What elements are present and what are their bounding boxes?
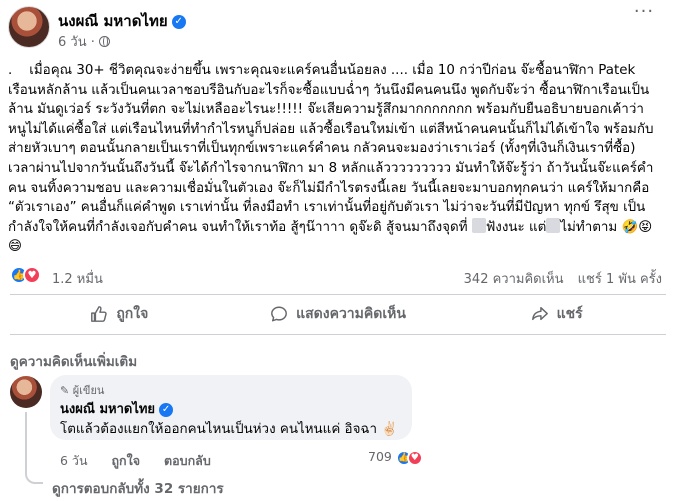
view-replies-link[interactable]: ดูการตอบกลับทั้ง 32 รายการ: [52, 477, 224, 499]
post-text-part1: . เมื่อคุณ 30+ ชีวิตคุณจะง่ายขึ้น เพราะค…: [8, 63, 654, 235]
shares-count[interactable]: แชร์ 1 พัน ครั้ง: [578, 272, 662, 287]
redacted-block: [471, 217, 486, 233]
post-text: . เมื่อคุณ 30+ ชีวิตคุณจะง่ายขึ้น เพราะค…: [8, 61, 666, 257]
comment-text: โตแล้วต้องแยกให้ออกคนไหนเป็นห่วง คนไหนแค…: [60, 422, 398, 437]
love-reaction-icon: ♥: [406, 449, 423, 466]
comment-reply-button[interactable]: ตอบกลับ: [164, 453, 211, 468]
reaction-icons[interactable]: 👍 ♥: [10, 266, 41, 286]
pencil-icon: ✎: [60, 384, 70, 397]
thumbs-up-icon: [91, 306, 108, 322]
divider: [10, 334, 666, 335]
like-button[interactable]: ถูกใจ: [10, 298, 229, 330]
engagement-stats: 342 ความคิดเห็น แชร์ 1 พัน ครั้ง: [454, 268, 662, 289]
more-options-button[interactable]: ···: [628, 2, 660, 26]
divider: [10, 294, 666, 295]
share-arrow-icon: [531, 306, 548, 321]
share-button[interactable]: แชร์: [447, 298, 666, 330]
author-role-label: ✎ ผู้เขียน: [60, 381, 104, 399]
comment-bubble-icon: [271, 306, 287, 322]
comments-count[interactable]: 342 ความคิดเห็น: [464, 272, 564, 287]
post-action-bar: ถูกใจ แสดงความคิดเห็น แชร์: [10, 298, 666, 330]
reaction-count[interactable]: 1.2 หมื่น: [52, 268, 103, 289]
author-avatar[interactable]: [8, 6, 50, 48]
comment-author[interactable]: นงผณี มหาดไทย: [60, 402, 155, 417]
comment-reaction-count: 709: [368, 449, 392, 464]
verified-badge-icon: ✓: [159, 402, 174, 417]
role-text: ผู้เขียน: [72, 384, 105, 397]
comment-bubble: ✎ ผู้เขียน นงผณี มหาดไทย ✓ โตแล้วต้องแยกใ…: [50, 375, 412, 440]
author-name-line: นงผณี มหาดไทย ✓: [58, 9, 186, 33]
view-more-comments-link[interactable]: ดูความคิดเห็นเพิ่มเติม: [10, 350, 137, 372]
love-reaction-icon: ♥: [23, 266, 41, 284]
comment-reactions[interactable]: 709 👍♥: [368, 449, 423, 469]
verified-badge-icon: ✓: [171, 14, 186, 29]
comment-like-button[interactable]: ถูกใจ: [111, 453, 140, 468]
comment-time[interactable]: 6 วัน: [60, 453, 88, 468]
post-time[interactable]: 6 วัน: [58, 35, 87, 50]
share-label: แชร์: [556, 306, 583, 322]
post-text-part2: ฟังงนะ แต่: [485, 219, 547, 235]
comment-author-line: นงผณี มหาดไทย ✓: [60, 398, 174, 419]
redacted-block: [546, 217, 561, 233]
like-label: ถูกใจ: [116, 306, 149, 322]
comment-meta: 6 วัน ถูกใจ ตอบกลับ: [60, 451, 231, 471]
reply-thread-line: [25, 412, 43, 484]
comment-button[interactable]: แสดงความคิดเห็น: [229, 298, 448, 330]
public-globe-icon: [99, 36, 111, 47]
meta-separator: ·: [90, 35, 95, 50]
author-name[interactable]: นงผณี มหาดไทย: [58, 12, 168, 30]
comment-label: แสดงความคิดเห็น: [296, 306, 406, 322]
post-header: นงผณี มหาดไทย ✓ 6 วัน ·: [8, 6, 648, 50]
reactions-summary: 👍 ♥ 1.2 หมื่น 342 ความคิดเห็น แชร์ 1 พัน …: [10, 266, 666, 289]
commenter-avatar[interactable]: [10, 376, 42, 408]
post-meta: 6 วัน ·: [58, 31, 111, 52]
